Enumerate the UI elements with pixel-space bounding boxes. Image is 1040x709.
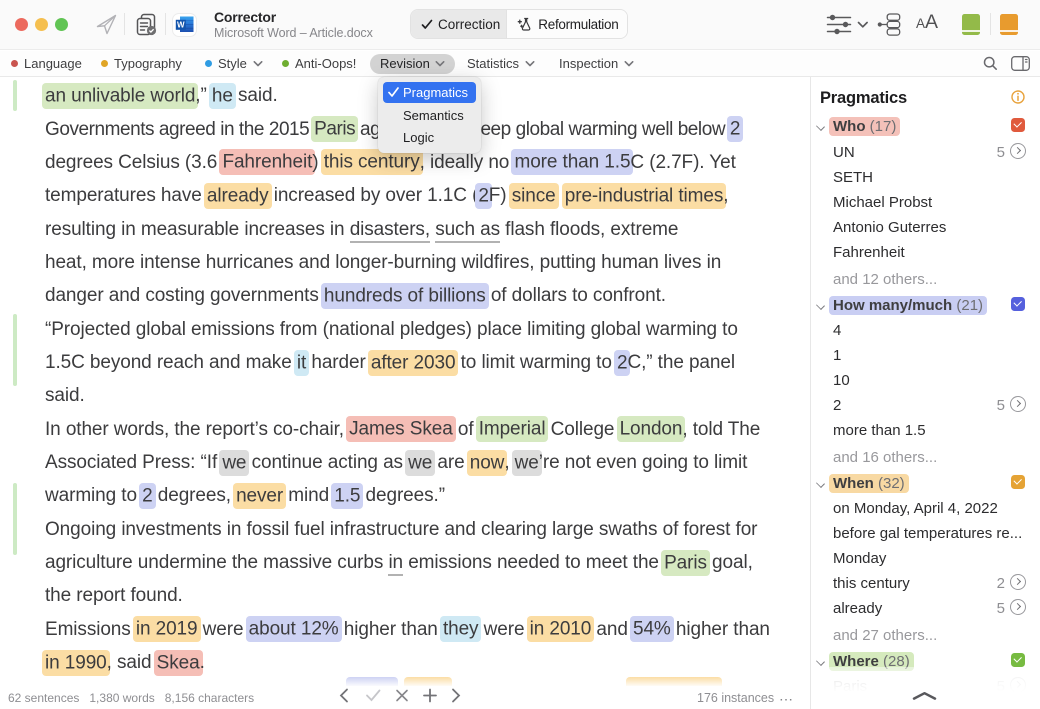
svg-text:W: W [177, 21, 185, 30]
